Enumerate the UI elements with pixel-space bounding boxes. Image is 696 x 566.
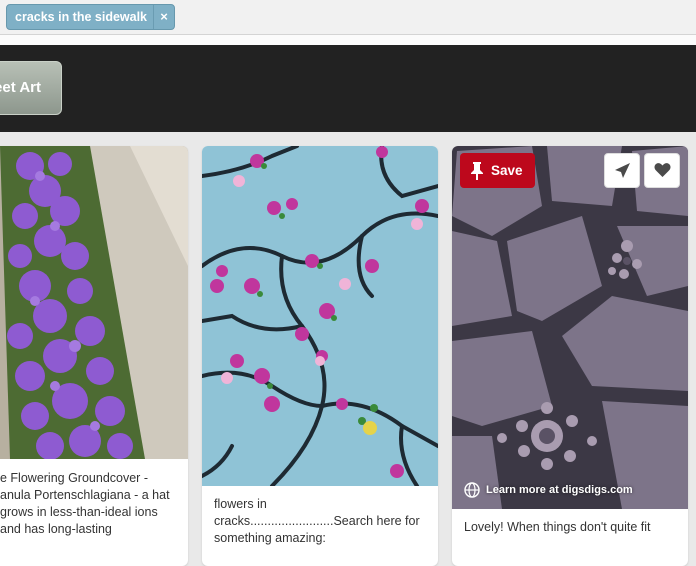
search-chip-label: cracks in the sidewalk	[15, 10, 148, 24]
heart-icon	[654, 163, 671, 177]
pin-description: Lovely! When things don't quite fit	[464, 520, 651, 534]
save-label: Save	[491, 163, 523, 178]
send-button[interactable]	[604, 153, 640, 188]
source-link-label: Learn more at digsdigs.com	[486, 484, 633, 496]
send-icon	[615, 163, 630, 178]
pin-image[interactable]	[202, 146, 438, 486]
pin-card[interactable]: Save Learn more at digsdigs.com Lovely! …	[452, 146, 688, 566]
search-chip[interactable]: cracks in the sidewalk ×	[6, 4, 175, 30]
pin-image[interactable]	[0, 146, 188, 459]
pin-description: flowers in cracks.......................…	[214, 497, 420, 545]
close-icon[interactable]: ×	[153, 5, 174, 29]
pin-card[interactable]: flowers in cracks.......................…	[202, 146, 438, 566]
guided-tag-button[interactable]: eet Art	[0, 61, 62, 115]
pin-icon	[471, 162, 483, 180]
header-gap	[0, 35, 696, 45]
pin-card[interactable]: e Flowering Groundcover - anula Portensc…	[0, 146, 188, 566]
guided-tag-label: eet Art	[0, 79, 41, 96]
guided-search-bar: eet Art	[0, 45, 696, 132]
pin-image[interactable]	[452, 146, 688, 509]
pin-description: e Flowering Groundcover - anula Portensc…	[0, 471, 170, 536]
save-button[interactable]: Save	[460, 153, 535, 188]
search-bar: cracks in the sidewalk ×	[0, 0, 696, 35]
globe-icon	[464, 482, 480, 498]
like-button[interactable]	[644, 153, 680, 188]
